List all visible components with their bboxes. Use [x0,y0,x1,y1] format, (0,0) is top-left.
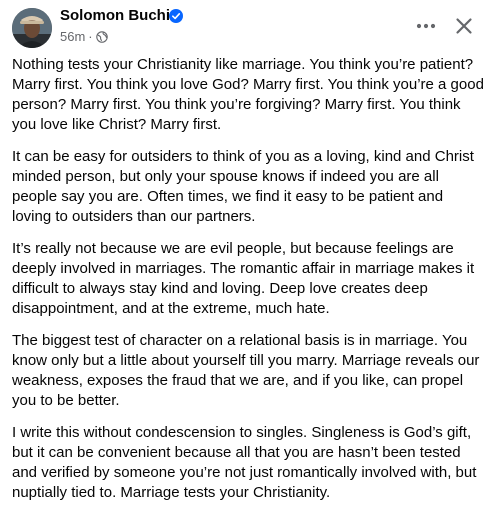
post-timestamp[interactable]: 56m [60,29,85,44]
close-icon [456,18,472,34]
post-text: Nothing tests your Christianity like mar… [12,55,486,515]
verified-badge-icon [169,9,183,23]
more-options-button[interactable] [410,12,442,40]
author-name[interactable]: Solomon Buchi [60,7,170,24]
post-paragraph: Nothing tests your Christianity like mar… [12,56,484,133]
post-header: Solomon Buchi 56m · [0,0,494,56]
avatar-image [12,8,52,48]
post-paragraph: It can be easy for outsiders to think of… [12,148,474,225]
post-paragraph: It’s really not because we are evil peop… [12,240,475,317]
post-paragraph: The biggest test of character on a relat… [12,332,480,409]
meta-separator: · [88,29,93,44]
post-paragraph: I write this without condescension to si… [12,424,477,501]
post-meta: 56m · [60,29,108,44]
close-button[interactable] [448,10,480,42]
more-horizontal-icon [416,23,436,29]
globe-icon [95,30,108,43]
avatar[interactable] [12,8,52,48]
